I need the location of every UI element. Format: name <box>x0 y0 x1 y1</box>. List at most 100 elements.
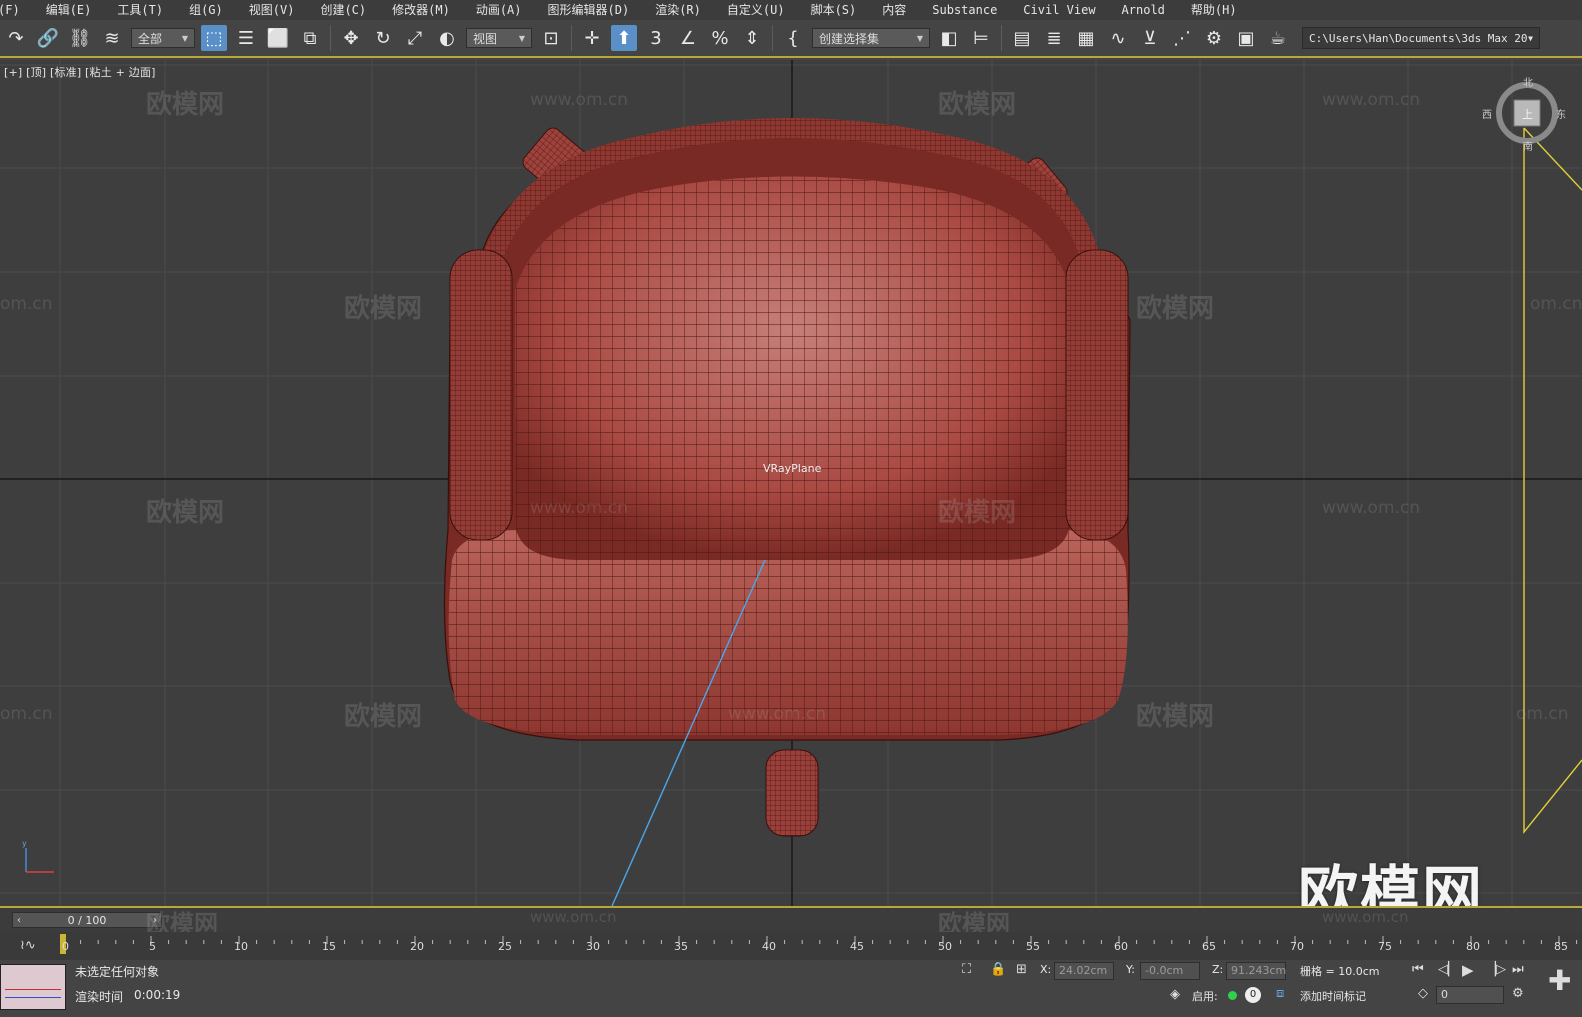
menu-rendering[interactable]: 渲染(R) <box>655 0 701 20</box>
current-frame-field[interactable]: 0 <box>1436 986 1504 1004</box>
placement-icon[interactable]: ◐ <box>434 25 460 51</box>
bind-spacewarp-icon[interactable]: ≋ <box>99 25 125 51</box>
y-coordinate-field[interactable]: -0.0cm <box>1140 962 1200 980</box>
add-time-tag[interactable]: 添加时间标记 <box>1300 988 1366 1004</box>
track-tick-85: 85 <box>1554 940 1568 953</box>
snap-value: 3 <box>650 27 662 49</box>
time-config-icon[interactable]: ⚙ <box>1512 986 1524 1001</box>
viewcube-face[interactable]: 上 <box>1522 106 1533 122</box>
time-slider[interactable]: ‹ 0 / 100 › <box>12 912 162 928</box>
x-coordinate-field[interactable]: 24.02cm <box>1054 962 1114 980</box>
named-sel-icon[interactable]: { <box>780 25 806 51</box>
render-time-label: 渲染时间 <box>75 990 124 1004</box>
menu-edit[interactable]: 编辑(E) <box>46 0 92 20</box>
menu-views[interactable]: 视图(V) <box>249 0 295 20</box>
x-label: X: <box>1040 963 1052 976</box>
chair-model[interactable] <box>443 118 1131 837</box>
viewcube-south[interactable]: 南 <box>1523 138 1533 153</box>
menu-scripting[interactable]: 脚本(S) <box>811 0 857 20</box>
move-icon[interactable]: ✥ <box>338 25 364 51</box>
adaptive-degradation-icon[interactable]: ◈ <box>1170 987 1180 1002</box>
select-by-name-icon[interactable]: ☰ <box>233 25 259 51</box>
next-frame-icon[interactable]: ▕▷ <box>1486 962 1506 977</box>
snap-icon[interactable]: ⬆ <box>611 25 637 51</box>
menu-tools[interactable]: 工具(T) <box>117 0 163 20</box>
render-setup-icon[interactable]: ⚙ <box>1201 25 1227 51</box>
link-icon[interactable]: 🔗 <box>35 25 61 51</box>
menu-bar: (F) 编辑(E) 工具(T) 组(G) 视图(V) 创建(C) 修改器(M) … <box>0 0 1582 20</box>
enable-count-badge[interactable]: 0 <box>1245 987 1261 1003</box>
menu-substance[interactable]: Substance <box>932 0 997 20</box>
menu-file[interactable]: (F) <box>0 0 20 20</box>
percent-snap-icon[interactable]: % <box>707 25 733 51</box>
angle-snap-icon[interactable]: ∠ <box>675 25 701 51</box>
rotate-icon[interactable]: ↻ <box>370 25 396 51</box>
menu-content[interactable]: 内容 <box>882 0 906 20</box>
pivot-icon[interactable]: ⊡ <box>538 25 564 51</box>
viewcube[interactable]: 北 西 东 南 上 <box>1482 78 1566 153</box>
absolute-mode-icon[interactable]: ⊞ <box>1016 962 1027 977</box>
toolbar-separator <box>571 25 572 51</box>
mirror-axis-icon[interactable]: ✛ <box>579 25 605 51</box>
render-icon[interactable]: ☕ <box>1265 25 1291 51</box>
align-icon[interactable]: ⊨ <box>968 25 994 51</box>
go-to-start-icon[interactable]: ⏮ <box>1412 962 1424 977</box>
track-tick-35: 35 <box>674 940 688 953</box>
selection-set-dropdown[interactable]: 创建选择集 ▼ <box>812 28 930 48</box>
previous-frame-icon[interactable]: ◁▏ <box>1438 962 1458 977</box>
add-viewport-icon[interactable]: ✚ <box>1548 964 1571 997</box>
snap-toggle-button[interactable]: 3 <box>643 25 669 51</box>
viewcube-north[interactable]: 北 <box>1523 74 1533 89</box>
dope-sheet-icon[interactable]: ⊻ <box>1137 25 1163 51</box>
unlink-icon[interactable]: ⛓ <box>67 25 93 51</box>
track-bar[interactable]: ≀∿ 0 5 10 15 20 25 30 35 40 45 50 55 60 … <box>0 932 1582 960</box>
ribbon-icon[interactable]: ▦ <box>1073 25 1099 51</box>
play-icon[interactable]: ▶ <box>1462 961 1474 979</box>
top-viewport[interactable]: y [+] [顶] [标准] [粘土 + 边面] 欧模网 www.om.cn 欧… <box>0 60 1582 906</box>
menu-civil-view[interactable]: Civil View <box>1023 0 1095 20</box>
scale-icon[interactable]: ⤢ <box>402 25 428 51</box>
ref-coord-value: 视图 <box>473 31 498 46</box>
menu-group[interactable]: 组(G) <box>189 0 223 20</box>
menu-graph-editors[interactable]: 图形编辑器(D) <box>548 0 630 20</box>
layer-explorer-icon[interactable]: ≣ <box>1041 25 1067 51</box>
mirror-icon[interactable]: ◧ <box>936 25 962 51</box>
enable-label: 启用: <box>1192 990 1218 1003</box>
maxscript-listener-thumb[interactable] <box>0 964 66 1010</box>
window-crossing-icon[interactable]: ⧉ <box>297 25 323 51</box>
menu-create[interactable]: 创建(C) <box>320 0 366 20</box>
key-mode-icon[interactable]: ◇ <box>1418 986 1428 1001</box>
menu-arnold[interactable]: Arnold <box>1122 0 1165 20</box>
undo-icon[interactable]: ↷ <box>3 25 29 51</box>
rect-selection-icon[interactable]: ⬜ <box>265 25 291 51</box>
z-coordinate-field[interactable]: 91.243cm <box>1226 962 1286 980</box>
isolate-selection-icon[interactable]: ⛶ <box>962 962 971 977</box>
viewport-label[interactable]: [+] [顶] [标准] [粘土 + 边面] <box>4 64 156 80</box>
menu-modifiers[interactable]: 修改器(M) <box>392 0 450 20</box>
render-frame-icon[interactable]: ▣ <box>1233 25 1259 51</box>
time-tag-icon[interactable]: ⧈ <box>1276 986 1284 1001</box>
go-to-end-icon[interactable]: ⏭ <box>1512 962 1524 977</box>
menu-customize[interactable]: 自定义(U) <box>727 0 785 20</box>
select-object-icon[interactable]: ⬚ <box>201 25 227 51</box>
curve-editor-icon[interactable]: ∿ <box>1105 25 1131 51</box>
viewcube-east[interactable]: 东 <box>1556 106 1566 121</box>
watermark: 欧模网 <box>344 702 423 732</box>
ref-coord-dropdown[interactable]: 视图 ▼ <box>466 28 532 48</box>
selection-filter-value: 全部 <box>138 31 163 46</box>
safe-frame <box>1523 127 1582 834</box>
lock-selection-icon[interactable]: 🔒 <box>990 962 1006 977</box>
viewport-canvas: y <box>0 60 1582 906</box>
menu-help[interactable]: 帮助(H) <box>1191 0 1237 20</box>
schematic-icon[interactable]: ⋰ <box>1169 25 1195 51</box>
time-slider-bar: ‹ 0 / 100 › 欧模网 www.om.cn 欧模网 www.om.cn <box>0 906 1582 938</box>
viewcube-west[interactable]: 西 <box>1482 106 1492 121</box>
prev-frame-icon[interactable]: ‹ <box>13 913 25 929</box>
spinner-snap-icon[interactable]: ⇕ <box>739 25 765 51</box>
project-path-dropdown[interactable]: C:\Users\Han\Documents\3ds Max 2022 ▼ <box>1302 27 1540 49</box>
chevron-down-icon: ▼ <box>1528 33 1533 43</box>
selection-filter-dropdown[interactable]: 全部 ▼ <box>131 28 195 48</box>
scene-explorer-icon[interactable]: ▤ <box>1009 25 1035 51</box>
menu-animation[interactable]: 动画(A) <box>476 0 522 20</box>
mini-curve-editor-icon[interactable]: ≀∿ <box>20 938 36 953</box>
